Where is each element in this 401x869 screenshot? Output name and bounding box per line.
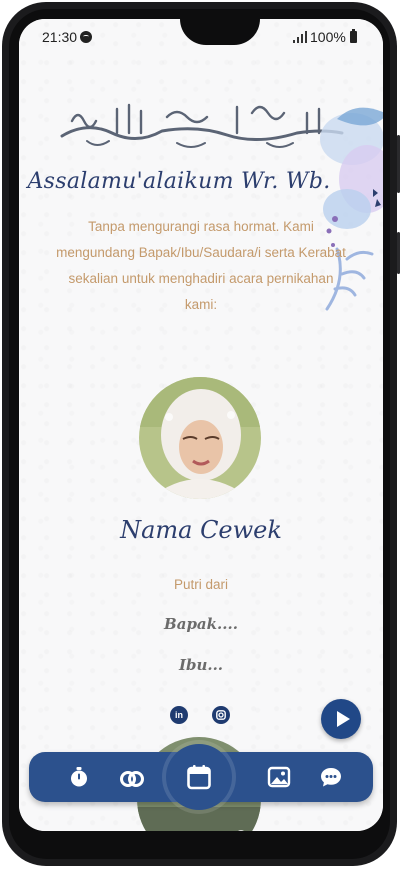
bride-name: Nama Cewek	[120, 516, 282, 544]
greeting-title: Assalamu'alaikum Wr. Wb.	[27, 169, 331, 194]
instagram-icon[interactable]	[212, 706, 230, 724]
status-time: 21:30	[42, 29, 78, 45]
music-play-button[interactable]	[321, 699, 361, 739]
battery-percent: 100%	[310, 29, 346, 45]
nav-calendar-button[interactable]	[166, 744, 232, 810]
invitation-text: Tanpa mengurangi rasa hormat. Kami mengu…	[56, 219, 346, 312]
bismillah-calligraphy	[60, 103, 344, 148]
bride-photo	[139, 377, 261, 499]
image-icon[interactable]	[265, 763, 293, 791]
child-of-label: Putri dari	[173, 577, 229, 592]
volume-button	[397, 135, 400, 193]
chat-icon[interactable]	[317, 763, 345, 791]
father-name: Bapak....	[164, 615, 238, 633]
rings-icon[interactable]	[118, 763, 146, 791]
spotify-icon	[80, 31, 92, 43]
battery-icon	[350, 29, 357, 43]
linkedin-icon[interactable]: in	[170, 706, 188, 724]
screen: 21:30 100% Assalamu'alaikum Wr. Wb. Tanp…	[19, 19, 383, 831]
phone-device: 21:30 100% Assalamu'alaikum Wr. Wb. Tanp…	[0, 0, 401, 869]
mother-name: Ibu...	[178, 656, 224, 674]
stopwatch-icon[interactable]	[65, 763, 93, 791]
power-button	[397, 232, 400, 274]
signal-icon	[293, 31, 307, 43]
